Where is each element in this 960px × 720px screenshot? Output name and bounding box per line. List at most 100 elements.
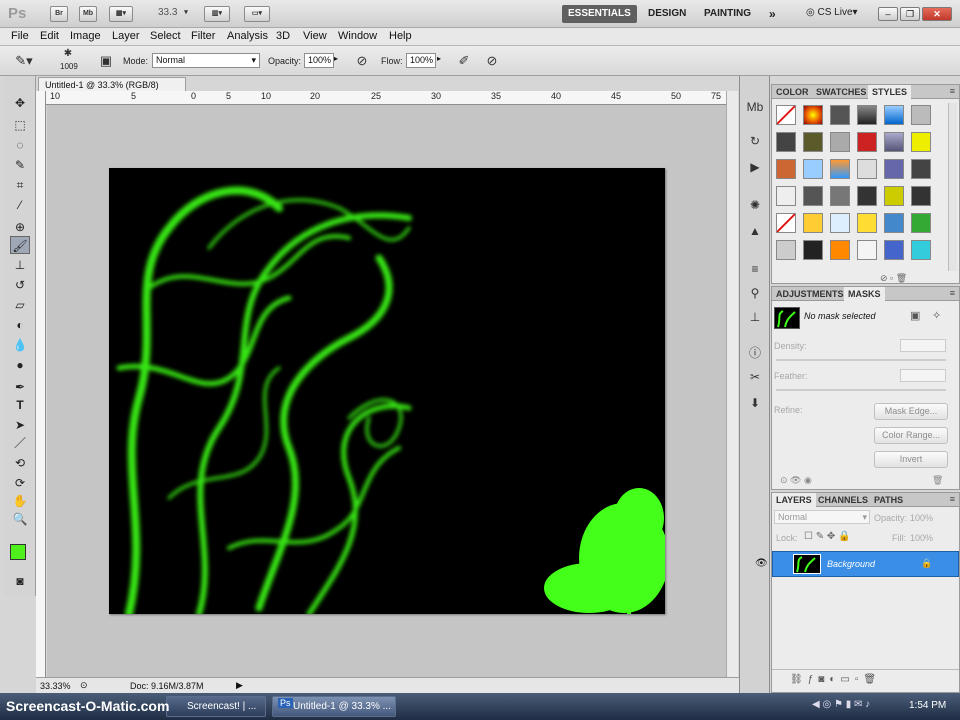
style-swatch[interactable] (884, 105, 904, 125)
blur-tool-icon[interactable]: 💧 (10, 336, 30, 354)
style-swatch[interactable] (803, 186, 823, 206)
taskbar-clock[interactable]: 1:54 PM (909, 700, 946, 711)
style-swatch[interactable] (857, 213, 877, 233)
close-button[interactable]: ✕ (922, 7, 952, 21)
type-tool-icon[interactable]: T (10, 396, 30, 414)
3d-rotate-tool-icon[interactable]: ⟲ (10, 454, 30, 472)
clone-stamp-tool-icon[interactable]: ⊥ (10, 256, 30, 274)
style-swatch[interactable] (830, 132, 850, 152)
style-swatch[interactable] (884, 213, 904, 233)
style-swatch[interactable] (803, 132, 823, 152)
character-panel-icon[interactable]: ⬇ (746, 394, 764, 412)
menu-image[interactable]: Image (70, 30, 101, 42)
menu-help[interactable]: Help (389, 30, 412, 42)
tab-masks[interactable]: MASKS (844, 287, 885, 301)
brush-preset-picker-icon[interactable]: ✎▾ (14, 51, 34, 71)
measurement-panel-icon[interactable]: ▲ (746, 222, 764, 240)
style-swatch[interactable] (857, 132, 877, 152)
hand-tool-icon[interactable]: ✋ (10, 492, 30, 510)
3d-panel-icon[interactable]: ✺ (746, 196, 764, 214)
layer-style-icon[interactable]: ƒ (808, 674, 819, 685)
restore-button[interactable]: ❐ (900, 7, 920, 21)
pixel-mask-icon[interactable]: ▣ (910, 309, 920, 322)
menu-layer[interactable]: Layer (112, 30, 140, 42)
path-selection-tool-icon[interactable]: ➤ (10, 416, 30, 434)
pen-tool-icon[interactable]: ✒ (10, 378, 30, 396)
style-swatch[interactable] (776, 186, 796, 206)
blend-mode-select[interactable]: Normal ▾ (774, 510, 870, 524)
horizontal-ruler[interactable]: 10 5 0 5 10 20 25 30 35 40 45 50 75 (46, 91, 726, 105)
layer-opacity-value[interactable]: 100% (910, 513, 933, 523)
cs-live-menu[interactable]: ◎ CS Live▾ (806, 7, 858, 18)
opacity-slider-arrow-icon[interactable]: ▸ (334, 54, 338, 63)
style-swatch[interactable] (857, 159, 877, 179)
menu-file[interactable]: File (11, 30, 29, 42)
style-swatch[interactable] (884, 159, 904, 179)
style-swatch[interactable] (776, 105, 796, 125)
opacity-input[interactable]: 100% (304, 53, 334, 68)
system-tray-icons[interactable]: ◀ ◎ ⚑ ▮ ✉ ♪ (812, 699, 870, 710)
link-layers-icon[interactable]: ⛓ (790, 674, 808, 685)
tab-adjustments[interactable]: ADJUSTMENTS (772, 287, 848, 301)
style-swatch[interactable] (884, 132, 904, 152)
workspace-design[interactable]: DESIGN (642, 5, 692, 23)
quick-selection-tool-icon[interactable]: ✎ (10, 156, 30, 174)
navigator-panel-icon[interactable]: ✂ (746, 368, 764, 386)
brush-panel-toggle-icon[interactable]: ▣ (96, 51, 116, 71)
style-swatch[interactable] (911, 240, 931, 260)
adjustment-layer-icon[interactable]: ◐ (829, 674, 840, 685)
tool-presets-panel-icon[interactable]: ≡ (746, 260, 764, 278)
tab-channels[interactable]: CHANNELS (814, 493, 872, 507)
eyedropper-tool-icon[interactable]: ⁄ (10, 196, 30, 214)
delete-mask-icon[interactable]: 🗑 (932, 475, 943, 486)
zoom-level-field[interactable]: 33.3 (158, 7, 177, 18)
menu-edit[interactable]: Edit (40, 30, 59, 42)
launch-bridge-button[interactable]: Br (50, 6, 68, 22)
info-panel-icon[interactable]: ⓘ (746, 344, 764, 362)
tab-layers[interactable]: LAYERS (772, 493, 816, 507)
mask-edge-button[interactable]: Mask Edge... (874, 403, 948, 420)
airbrush-icon[interactable]: ✐ (454, 51, 474, 71)
style-swatch[interactable] (803, 159, 823, 179)
menu-filter[interactable]: Filter (191, 30, 215, 42)
style-swatch[interactable] (857, 240, 877, 260)
style-swatch[interactable] (884, 186, 904, 206)
workspace-more-button[interactable]: » (763, 5, 782, 23)
styles-scrollbar[interactable] (948, 103, 957, 271)
style-swatch[interactable] (911, 132, 931, 152)
style-swatch[interactable] (911, 159, 931, 179)
document-tab[interactable]: Untitled-1 @ 33.3% (RGB/8) (38, 77, 186, 92)
style-swatch[interactable] (857, 186, 877, 206)
style-swatch[interactable] (803, 213, 823, 233)
tab-paths[interactable]: PATHS (870, 493, 907, 507)
quick-mask-icon[interactable]: ◙ (10, 572, 30, 590)
style-swatch[interactable] (830, 213, 850, 233)
style-swatch[interactable] (830, 159, 850, 179)
mode-select[interactable]: Normal ▾ (152, 53, 260, 68)
invert-button[interactable]: Invert (874, 451, 948, 468)
style-swatch[interactable] (911, 213, 931, 233)
actions-panel-icon[interactable]: ▶ (746, 158, 764, 176)
status-info-icon[interactable]: ⊙ (80, 680, 88, 691)
panel-menu-icon[interactable]: ≡ (950, 86, 955, 96)
style-swatch[interactable] (803, 105, 823, 125)
fill-value[interactable]: 100% (910, 533, 933, 543)
paint-bucket-tool-icon[interactable]: ◐ (10, 316, 30, 334)
layer-visibility-eye-icon[interactable]: 👁 (755, 558, 768, 569)
lasso-tool-icon[interactable]: ◌ (10, 136, 30, 154)
style-swatch[interactable] (776, 213, 796, 233)
minibridge-panel-icon[interactable]: Mb (746, 98, 764, 116)
minimize-button[interactable]: – (878, 7, 898, 21)
styles-footer-icons[interactable]: ⊘ ▫ 🗑 (880, 273, 907, 284)
workspace-essentials[interactable]: ESSENTIALS (562, 5, 637, 23)
density-slider[interactable] (776, 359, 946, 361)
spot-healing-tool-icon[interactable]: ⊕ (10, 218, 30, 236)
brush-panel-icon[interactable]: ⚲ (746, 284, 764, 302)
style-swatch[interactable] (776, 132, 796, 152)
flow-input[interactable]: 100% (406, 53, 436, 68)
view-extras-button[interactable]: ▦▾ (109, 6, 133, 22)
flow-slider-arrow-icon[interactable]: ▸ (437, 54, 441, 63)
dodge-tool-icon[interactable]: ● (10, 356, 30, 374)
feather-slider[interactable] (776, 389, 946, 391)
menu-window[interactable]: Window (338, 30, 377, 42)
